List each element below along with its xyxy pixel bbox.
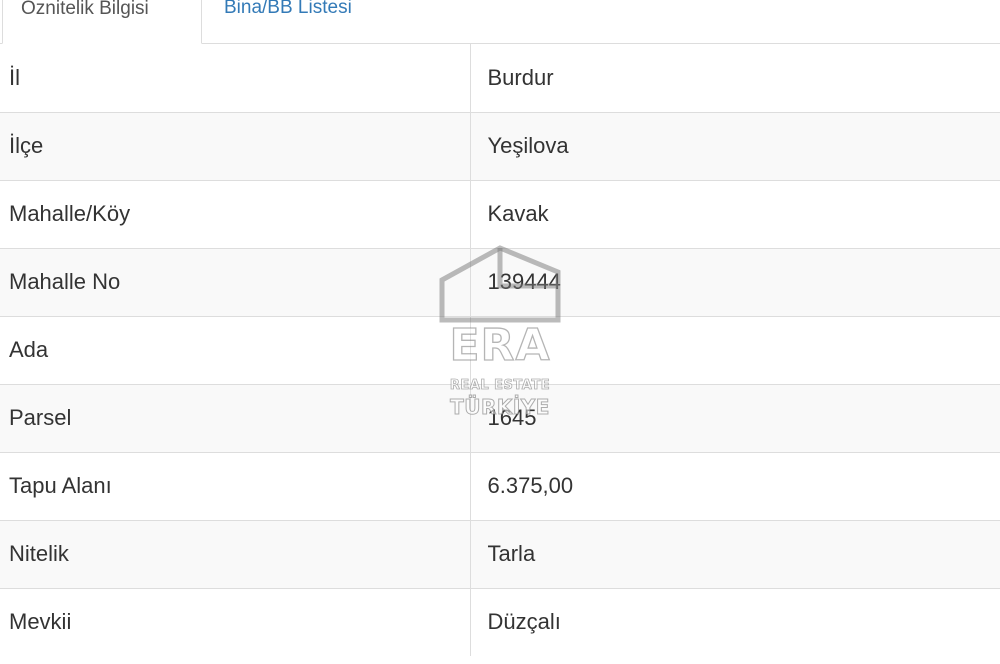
row-key: Mevkii [0, 587, 471, 656]
attribute-table: İl Burdur İlçe Yeşilova Mahalle/Köy Kava… [0, 44, 1000, 656]
tab-bar: Öznitelik Bilgisi Bina/BB Listesi [0, 0, 1000, 44]
row-key: Parsel [0, 383, 471, 452]
table-row: Nitelik Tarla [0, 519, 1000, 588]
table-row: Mevkii Düzçalı [0, 587, 1000, 656]
row-key: Mahalle No [0, 247, 471, 316]
row-value: Kavak [470, 179, 1000, 248]
row-value: Burdur [470, 44, 1000, 112]
row-key: Tapu Alanı [0, 451, 471, 520]
row-value: Yeşilova [470, 111, 1000, 180]
row-value [470, 315, 1000, 384]
table-row: İl Burdur [0, 44, 1000, 112]
table-row: Mahalle No 139444 [0, 247, 1000, 316]
row-key: Nitelik [0, 519, 471, 588]
page: Öznitelik Bilgisi Bina/BB Listesi İl Bur… [0, 0, 1000, 664]
row-key: İl [0, 44, 471, 112]
table-row: Ada [0, 315, 1000, 384]
row-key: İlçe [0, 111, 471, 180]
table-row: Parsel 1645 [0, 383, 1000, 452]
table-row: İlçe Yeşilova [0, 111, 1000, 180]
tab-oznitelik-bilgisi[interactable]: Öznitelik Bilgisi [2, 0, 202, 44]
row-key: Mahalle/Köy [0, 179, 471, 248]
row-value: 1645 [470, 383, 1000, 452]
row-value: 6.375,00 [470, 451, 1000, 520]
tab-bina-bb-listesi[interactable]: Bina/BB Listesi [224, 0, 352, 44]
row-value: 139444 [470, 247, 1000, 316]
row-key: Ada [0, 315, 471, 384]
table-row: Tapu Alanı 6.375,00 [0, 451, 1000, 520]
row-value: Tarla [470, 519, 1000, 588]
row-value: Düzçalı [470, 587, 1000, 656]
table-row: Mahalle/Köy Kavak [0, 179, 1000, 248]
